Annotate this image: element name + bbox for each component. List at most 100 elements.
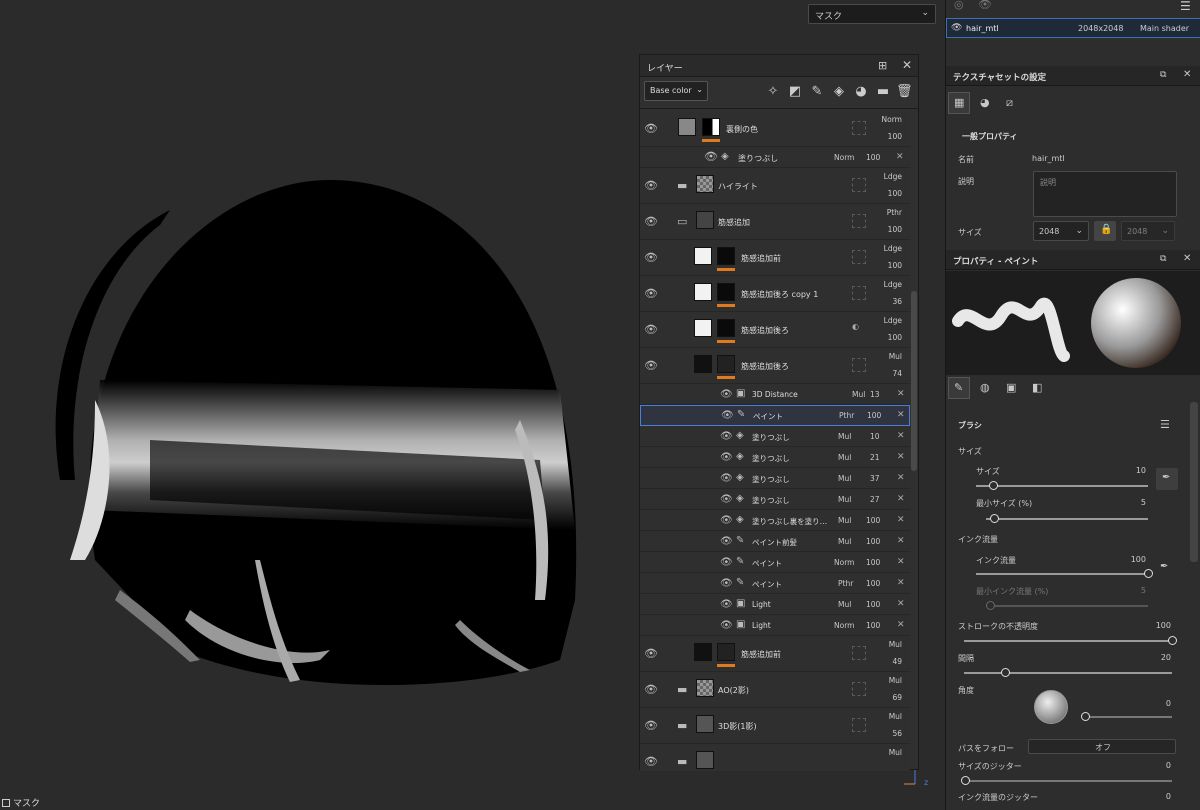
- effect-row-selected[interactable]: 👁 ✎ ペイント Pthr 100 ✕: [640, 405, 910, 426]
- layer-row[interactable]: 👁 筋感追加前 Ldge 100: [640, 240, 910, 276]
- texture-set-row[interactable]: 👁 hair_mtl 2048x2048 Main shader: [946, 18, 1200, 38]
- remove-icon[interactable]: ✕: [897, 578, 905, 588]
- remove-icon[interactable]: ✕: [897, 389, 905, 399]
- remove-icon[interactable]: ✕: [896, 152, 904, 162]
- remove-icon[interactable]: ✕: [897, 452, 905, 462]
- layout-icon[interactable]: ⊞: [878, 59, 887, 72]
- remove-icon[interactable]: ✕: [897, 557, 905, 567]
- layer-row[interactable]: 👁 筋感追加前 Mul 49: [640, 636, 910, 672]
- size-select[interactable]: 2048 ⌄: [1033, 221, 1089, 241]
- effect-row[interactable]: 👁 ✎ ペイント前髪 Mul 100 ✕: [640, 531, 910, 552]
- size-jitter-slider-knob[interactable]: [961, 776, 970, 785]
- eye-icon[interactable]: 👁: [644, 360, 658, 371]
- remove-icon[interactable]: ✕: [897, 494, 905, 504]
- effect-row[interactable]: 👁 ◈ 塗りつぶし裏を塗り… Mul 100 ✕: [640, 510, 910, 531]
- effect-row[interactable]: 👁 ◈ 塗りつぶし Mul 27 ✕: [640, 489, 910, 510]
- eye-icon[interactable]: 👁: [720, 536, 733, 547]
- hide-icon[interactable]: ◎: [954, 0, 964, 11]
- follow-path-toggle[interactable]: オフ: [1028, 739, 1176, 754]
- popout-icon[interactable]: ⧉: [1160, 70, 1166, 80]
- add-fill-layer-icon[interactable]: ◈: [831, 84, 847, 100]
- stroke-opacity-slider[interactable]: [964, 640, 1172, 642]
- layer-row[interactable]: 👁 筋感追加後ろ Mul 74: [640, 348, 910, 384]
- remove-icon[interactable]: ✕: [897, 620, 905, 630]
- flow-slider[interactable]: [976, 573, 1148, 575]
- close-icon[interactable]: ✕: [1183, 69, 1191, 80]
- size-jitter-slider[interactable]: [964, 780, 1172, 782]
- spacing-slider[interactable]: [964, 672, 1172, 674]
- effect-row[interactable]: 👁 ✎ ペイント Norm 100 ✕: [640, 552, 910, 573]
- eye-icon[interactable]: 👁: [720, 389, 733, 400]
- angle-slider[interactable]: [1084, 716, 1172, 718]
- layer-row[interactable]: 👁 筋感追加後ろ copy 1 Ldge 36: [640, 276, 910, 312]
- preset-menu-icon[interactable]: ☰: [1160, 418, 1170, 431]
- remove-icon[interactable]: ✕: [897, 473, 905, 483]
- layer-row[interactable]: 👁 裏側の色 Norm 100: [640, 111, 910, 147]
- remove-icon[interactable]: ✕: [897, 515, 905, 525]
- channel-dropdown[interactable]: Base color ⌄: [644, 81, 708, 101]
- min-size-slider[interactable]: [986, 518, 1148, 520]
- eye-icon[interactable]: 👁: [644, 720, 658, 731]
- eye-icon[interactable]: 👁: [644, 216, 658, 227]
- add-paint-layer-icon[interactable]: ✎: [809, 84, 825, 100]
- tab-material-icon[interactable]: ◧: [1032, 381, 1042, 394]
- close-icon[interactable]: ✕: [1183, 253, 1191, 264]
- effect-row[interactable]: 👁 ✎ ペイント Pthr 100 ✕: [640, 573, 910, 594]
- layer-row[interactable]: 👁 筋感追加後ろ ◐ Ldge 100: [640, 312, 910, 348]
- eye-icon[interactable]: 👁: [644, 123, 658, 134]
- tab-brush[interactable]: ✎: [948, 377, 970, 399]
- layer-row[interactable]: 👁 ▬ 3D影(1影) Mul 56: [640, 708, 910, 744]
- add-effect-icon[interactable]: ✧: [765, 84, 781, 100]
- remove-icon[interactable]: ✕: [897, 536, 905, 546]
- eye-icon[interactable]: 👁: [644, 648, 658, 659]
- effect-row[interactable]: 👁 ◈ 塗りつぶし Mul 10 ✕: [640, 426, 910, 447]
- add-mask-icon[interactable]: ◩: [787, 84, 803, 100]
- layer-row[interactable]: 👁 ▬ AO(2影) Mul 69: [640, 672, 910, 708]
- effect-row[interactable]: 👁 ◈ 塗りつぶし Norm 100 ✕: [640, 147, 910, 168]
- flow-slider-knob[interactable]: [1143, 569, 1153, 578]
- eye-icon[interactable]: 👁: [644, 252, 658, 263]
- effect-row[interactable]: 👁 ◈ 塗りつぶし Mul 21 ✕: [640, 447, 910, 468]
- effect-row[interactable]: 👁 ▣ Light Mul 100 ✕: [640, 594, 910, 615]
- close-icon[interactable]: ✕: [902, 58, 912, 72]
- layer-row[interactable]: 👁 ▬ Mul: [640, 744, 910, 771]
- eye-icon[interactable]: 👁: [720, 452, 733, 463]
- eye-icon[interactable]: 👁: [644, 756, 658, 767]
- eye-icon[interactable]: 👁: [720, 431, 733, 442]
- layer-row[interactable]: 👁 ▬ ハイライト Ldge 100: [640, 168, 910, 204]
- menu-icon[interactable]: ☰: [1180, 0, 1191, 13]
- tab-uv-icon[interactable]: ⧄: [1006, 96, 1013, 110]
- lock-button[interactable]: 🔒: [1094, 221, 1116, 241]
- layer-row[interactable]: 👁 ▭ 筋感追加 Pthr 100: [640, 204, 910, 240]
- opacity-value[interactable]: 100: [868, 132, 902, 141]
- angle-dial[interactable]: [1034, 690, 1068, 724]
- viewport-channel-dropdown[interactable]: マスク ⌄: [808, 4, 936, 24]
- eye-icon[interactable]: 👁: [720, 515, 733, 526]
- delete-icon[interactable]: 🗑: [896, 84, 913, 100]
- size-slider[interactable]: [976, 485, 1148, 487]
- description-field[interactable]: 説明: [1033, 171, 1177, 217]
- effect-row[interactable]: 👁 ▣ Light Norm 100 ✕: [640, 615, 910, 636]
- tab-stencil-icon[interactable]: ▣: [1006, 381, 1016, 394]
- remove-icon[interactable]: ✕: [897, 599, 905, 609]
- effect-row[interactable]: 👁 ▣ 3D Distance Mul 13 ✕: [640, 384, 910, 405]
- angle-slider-knob[interactable]: [1081, 712, 1090, 721]
- min-size-slider-knob[interactable]: [989, 514, 999, 523]
- eye-icon[interactable]: 👁: [951, 23, 962, 33]
- eye-icon[interactable]: 👁: [720, 620, 733, 631]
- size-slider-knob[interactable]: [988, 481, 998, 490]
- eye-icon[interactable]: 👁: [720, 473, 733, 484]
- pen-icon[interactable]: ✒: [1160, 561, 1168, 572]
- tab-material-icon[interactable]: ◕: [980, 96, 990, 109]
- eye-icon[interactable]: 👁: [720, 557, 733, 568]
- eye-icon[interactable]: 👁: [704, 151, 718, 162]
- eye-icon[interactable]: 👁: [644, 180, 658, 191]
- eye-icon[interactable]: 👁: [720, 494, 733, 505]
- properties-scrollbar[interactable]: [1190, 402, 1198, 562]
- add-smart-material-icon[interactable]: ◕: [853, 84, 869, 100]
- eye-icon[interactable]: 👁: [978, 0, 992, 11]
- eye-icon[interactable]: 👁: [644, 288, 658, 299]
- remove-icon[interactable]: ✕: [897, 410, 905, 420]
- pen-pressure-button[interactable]: ✒: [1156, 468, 1178, 490]
- blend-mode[interactable]: Norm: [868, 115, 902, 124]
